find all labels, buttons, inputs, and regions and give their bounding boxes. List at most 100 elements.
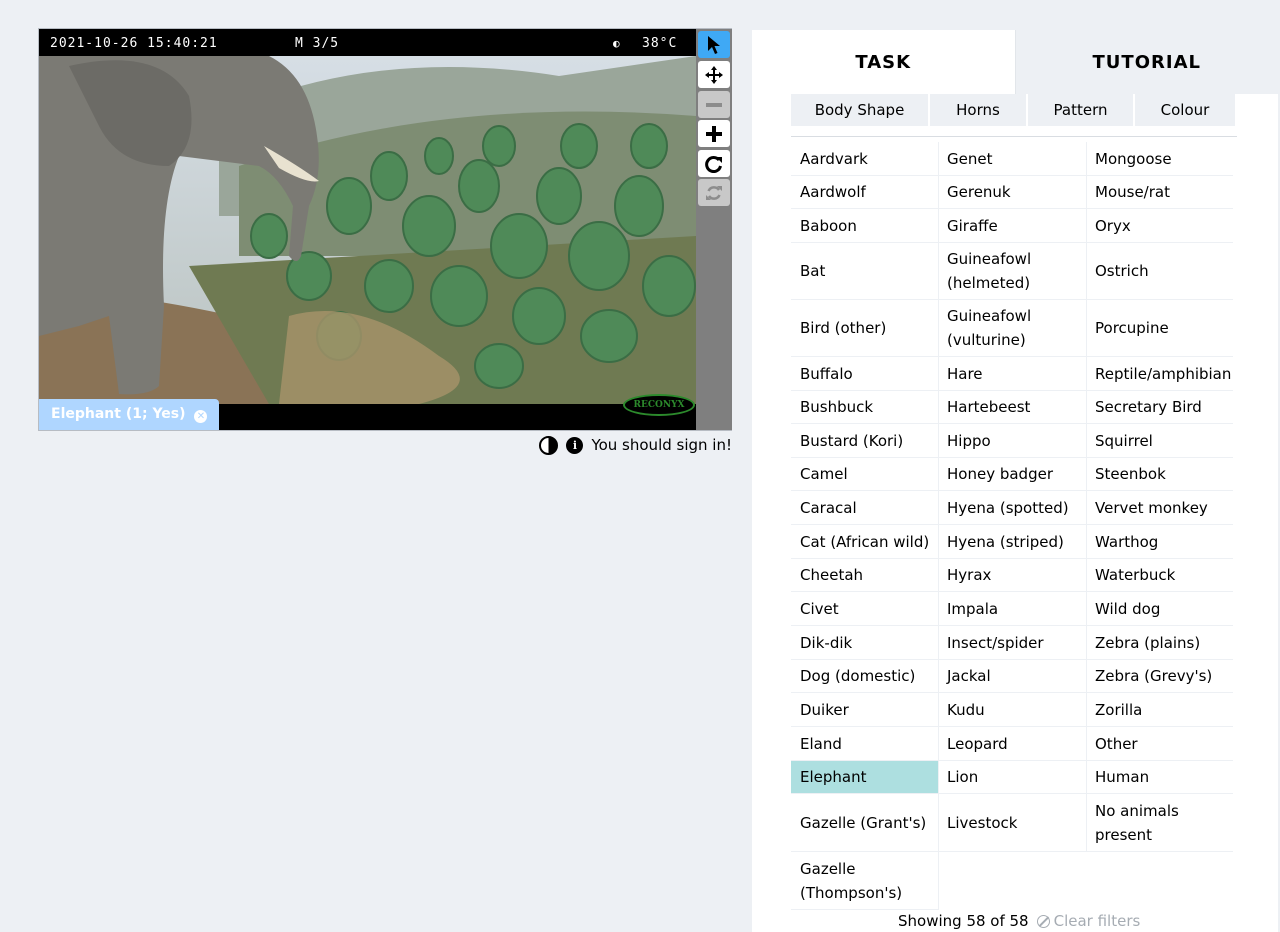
choice-button[interactable]: No animals present <box>1086 794 1233 852</box>
choice-button[interactable]: Bushbuck <box>791 391 938 424</box>
choice-button[interactable]: Other <box>1086 727 1233 761</box>
choice-button[interactable]: Aardvark <box>791 142 938 176</box>
choice-button[interactable]: Bustard (Kori) <box>791 424 938 458</box>
annotation-label: Elephant (1; Yes) <box>51 406 186 422</box>
camera-stamp: 2021-10-26 15:40:21 M 3/5 ◐ 38°C <box>39 29 696 56</box>
choice-button[interactable]: Mouse/rat <box>1086 176 1233 209</box>
choice-button[interactable]: Elephant <box>791 761 938 794</box>
choice-button[interactable]: Guineafowl (vulturine) <box>938 300 1086 357</box>
filter-horns[interactable]: Horns <box>930 94 1026 126</box>
choice-button[interactable]: Bat <box>791 243 938 300</box>
filter-pattern[interactable]: Pattern <box>1028 94 1133 126</box>
choice-button[interactable]: Dog (domestic) <box>791 660 938 693</box>
choice-button[interactable]: Ostrich <box>1086 243 1233 300</box>
choice-button[interactable]: Secretary Bird <box>1086 391 1233 424</box>
close-icon[interactable]: ✕ <box>194 410 208 423</box>
choice-button[interactable]: Kudu <box>938 693 1086 727</box>
choice-column-1: Aardvark Aardwolf Baboon Bat Bird (other) Buf… <box>791 142 939 910</box>
filter-colour[interactable]: Colour <box>1135 94 1235 126</box>
choice-button[interactable]: Giraffe <box>938 209 1086 243</box>
choice-button[interactable]: Gazelle (Grant's) <box>791 794 938 852</box>
choice-button[interactable]: Impala <box>938 592 1086 626</box>
rotate-button[interactable] <box>698 150 730 177</box>
choice-button[interactable]: Zebra (Grevy's) <box>1086 660 1233 693</box>
choice-button[interactable]: Insect/spider <box>938 626 1086 660</box>
pointer-icon <box>708 35 720 54</box>
pointer-tool-button[interactable] <box>698 31 730 58</box>
choice-button[interactable]: Genet <box>938 142 1086 176</box>
choice-button[interactable]: Hyena (spotted) <box>938 491 1086 525</box>
choice-button[interactable]: Waterbuck <box>1086 559 1233 592</box>
info-icon[interactable]: i <box>566 436 584 454</box>
choice-button[interactable]: Camel <box>791 458 938 491</box>
choice-column-2: Genet Gerenuk Giraffe Guineafowl (helmeted)… <box>938 142 1087 852</box>
choice-button[interactable]: Buffalo <box>791 357 938 391</box>
choice-button[interactable]: Civet <box>791 592 938 626</box>
plus-icon <box>706 125 722 142</box>
move-arrows-icon <box>705 65 723 84</box>
filter-body-shape[interactable]: Body Shape <box>791 94 928 126</box>
choice-button[interactable]: Oryx <box>1086 209 1233 243</box>
subject-image[interactable]: 2021-10-26 15:40:21 M 3/5 ◐ 38°C RECONYX… <box>39 29 696 430</box>
choice-column-3: Mongoose Mouse/rat Oryx Ostrich Porcupine Rep… <box>1086 142 1233 852</box>
choice-button[interactable]: Hartebeest <box>938 391 1086 424</box>
zoom-in-button[interactable] <box>698 120 730 147</box>
choice-button[interactable]: Cat (African wild) <box>791 525 938 559</box>
choice-button[interactable]: Reptile/amphibian <box>1086 357 1233 391</box>
choice-button[interactable]: Zorilla <box>1086 693 1233 727</box>
choice-button[interactable]: Wild dog <box>1086 592 1233 626</box>
choice-button[interactable]: Bird (other) <box>791 300 938 357</box>
choice-button[interactable]: Guineafowl (helmeted) <box>938 243 1086 300</box>
move-tool-button[interactable] <box>698 61 730 88</box>
viewer-toolbar <box>696 29 732 430</box>
stamp-mode: M 3/5 <box>295 36 340 51</box>
choice-button[interactable]: Caracal <box>791 491 938 525</box>
choice-button[interactable]: Hyrax <box>938 559 1086 592</box>
annotation-chip[interactable]: Elephant (1; Yes) ✕ <box>39 399 220 430</box>
choice-button[interactable]: Aardwolf <box>791 176 938 209</box>
choice-button[interactable]: Cheetah <box>791 559 938 592</box>
sign-in-message: You should sign in! <box>591 436 732 454</box>
choice-button[interactable]: Gazelle (Thompson's) <box>791 852 938 910</box>
tab-tutorial[interactable]: TUTORIAL <box>1014 30 1278 94</box>
refresh-icon <box>706 185 722 200</box>
choice-button[interactable]: Squirrel <box>1086 424 1233 458</box>
invert-colors-icon[interactable] <box>539 435 559 455</box>
choice-button[interactable]: Zebra (plains) <box>1086 626 1233 660</box>
showing-count: Showing 58 of 58 <box>898 912 1029 930</box>
choice-button[interactable]: Lion <box>938 761 1086 794</box>
choice-button[interactable]: Hippo <box>938 424 1086 458</box>
panel-tabs: TASK TUTORIAL <box>752 30 1278 94</box>
choice-button[interactable]: Gerenuk <box>938 176 1086 209</box>
choice-button[interactable]: Jackal <box>938 660 1086 693</box>
choice-button[interactable]: Dik-dik <box>791 626 938 660</box>
choice-button[interactable]: Porcupine <box>1086 300 1233 357</box>
choice-button[interactable]: Eland <box>791 727 938 761</box>
stamp-date: 2021-10-26 15:40:21 <box>50 36 218 51</box>
filter-bar: Body Shape Horns Pattern Colour <box>791 94 1237 137</box>
viewer-metadata-bar: i You should sign in! <box>500 433 732 457</box>
stamp-temperature: 38°C <box>642 36 678 51</box>
choice-button[interactable]: Livestock <box>938 794 1086 852</box>
choice-button[interactable]: Duiker <box>791 693 938 727</box>
choice-button[interactable]: Human <box>1086 761 1233 794</box>
choice-button[interactable]: Hyena (striped) <box>938 525 1086 559</box>
clear-filters-button[interactable]: Clear filters <box>1036 912 1140 930</box>
moon-phase-icon: ◐ <box>613 37 621 50</box>
choice-button[interactable]: Warthog <box>1086 525 1233 559</box>
choice-button[interactable]: Baboon <box>791 209 938 243</box>
choice-button[interactable]: Vervet monkey <box>1086 491 1233 525</box>
camera-trap-photo <box>39 56 696 404</box>
choice-button[interactable]: Mongoose <box>1086 142 1233 176</box>
zoom-out-button[interactable] <box>698 91 730 118</box>
reset-button[interactable] <box>698 179 730 206</box>
choice-button[interactable]: Honey badger <box>938 458 1086 491</box>
ban-icon <box>1036 914 1050 928</box>
choice-button[interactable]: Leopard <box>938 727 1086 761</box>
choices-footer: Showing 58 of 58 Clear filters <box>898 910 1140 932</box>
task-panel: TASK TUTORIAL Body Shape Horns Pattern C… <box>752 30 1278 932</box>
tab-task[interactable]: TASK <box>752 30 1015 94</box>
choice-button[interactable]: Steenbok <box>1086 458 1233 491</box>
choice-button[interactable]: Hare <box>938 357 1086 391</box>
subject-viewer: 2021-10-26 15:40:21 M 3/5 ◐ 38°C RECONYX… <box>38 28 732 431</box>
